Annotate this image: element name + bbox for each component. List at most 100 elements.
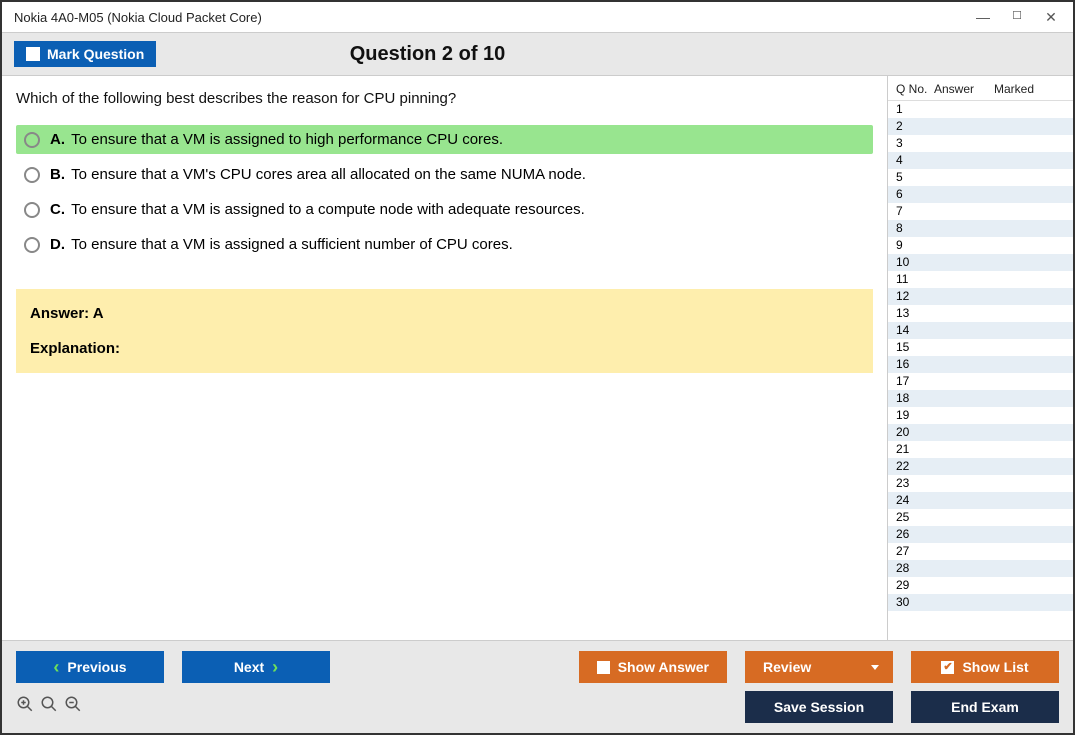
checkbox-checked-icon	[941, 661, 954, 674]
option-row[interactable]: B. To ensure that a VM's CPU cores area …	[16, 160, 873, 189]
marked-cell	[994, 526, 1069, 543]
checkbox-icon	[597, 661, 610, 674]
arrow-right-icon: ›	[272, 658, 278, 676]
zoom-reset-icon[interactable]	[40, 695, 58, 719]
save-session-button[interactable]: Save Session	[745, 691, 893, 723]
question-list-row[interactable]: 26	[888, 526, 1073, 543]
qno-cell: 26	[896, 526, 934, 543]
option-row[interactable]: D. To ensure that a VM is assigned a suf…	[16, 230, 873, 259]
question-list-row[interactable]: 24	[888, 492, 1073, 509]
qno-cell: 10	[896, 254, 934, 271]
option-row[interactable]: C. To ensure that a VM is assigned to a …	[16, 195, 873, 224]
question-list-row[interactable]: 13	[888, 305, 1073, 322]
marked-cell	[994, 339, 1069, 356]
answer-cell	[934, 424, 994, 441]
question-list-row[interactable]: 3	[888, 135, 1073, 152]
qno-cell: 4	[896, 152, 934, 169]
maximize-icon[interactable]: ☐	[1009, 9, 1025, 26]
question-list-row[interactable]: 27	[888, 543, 1073, 560]
question-list-row[interactable]: 17	[888, 373, 1073, 390]
question-list-row[interactable]: 22	[888, 458, 1073, 475]
answer-cell	[934, 594, 994, 611]
qno-cell: 24	[896, 492, 934, 509]
marked-cell	[994, 254, 1069, 271]
marked-cell	[994, 577, 1069, 594]
answer-cell	[934, 169, 994, 186]
review-button[interactable]: Review	[745, 651, 893, 683]
question-list-row[interactable]: 11	[888, 271, 1073, 288]
question-list-row[interactable]: 16	[888, 356, 1073, 373]
question-list-row[interactable]: 28	[888, 560, 1073, 577]
question-list-row[interactable]: 7	[888, 203, 1073, 220]
main-content: Which of the following best describes th…	[2, 76, 1073, 640]
qno-cell: 17	[896, 373, 934, 390]
radio-icon	[24, 167, 40, 183]
answer-box: Answer: A Explanation:	[16, 289, 873, 373]
answer-cell	[934, 288, 994, 305]
show-answer-button[interactable]: Show Answer	[579, 651, 727, 683]
marked-cell	[994, 594, 1069, 611]
question-list-row[interactable]: 4	[888, 152, 1073, 169]
answer-cell	[934, 322, 994, 339]
question-list-row[interactable]: 6	[888, 186, 1073, 203]
answer-cell	[934, 577, 994, 594]
qno-cell: 12	[896, 288, 934, 305]
previous-button[interactable]: ‹ Previous	[16, 651, 164, 683]
question-list-row[interactable]: 15	[888, 339, 1073, 356]
answer-cell	[934, 186, 994, 203]
question-list-row[interactable]: 20	[888, 424, 1073, 441]
question-list-row[interactable]: 8	[888, 220, 1073, 237]
question-list-row[interactable]: 5	[888, 169, 1073, 186]
close-icon[interactable]: ✕	[1043, 9, 1059, 26]
zoom-in-icon[interactable]	[16, 695, 34, 719]
question-list-row[interactable]: 25	[888, 509, 1073, 526]
question-list-row[interactable]: 18	[888, 390, 1073, 407]
question-text: Which of the following best describes th…	[16, 90, 887, 107]
marked-cell	[994, 492, 1069, 509]
marked-cell	[994, 407, 1069, 424]
minimize-icon[interactable]: —	[975, 9, 991, 26]
question-list-row[interactable]: 9	[888, 237, 1073, 254]
qno-cell: 20	[896, 424, 934, 441]
previous-label: Previous	[67, 659, 126, 675]
qno-cell: 16	[896, 356, 934, 373]
question-list-row[interactable]: 21	[888, 441, 1073, 458]
end-exam-button[interactable]: End Exam	[911, 691, 1059, 723]
window-controls: — ☐ ✕	[975, 9, 1065, 26]
end-exam-label: End Exam	[951, 699, 1019, 715]
question-list-row[interactable]: 1	[888, 101, 1073, 118]
question-list-row[interactable]: 23	[888, 475, 1073, 492]
question-list-row[interactable]: 30	[888, 594, 1073, 611]
answer-cell	[934, 254, 994, 271]
question-list-row[interactable]: 10	[888, 254, 1073, 271]
marked-cell	[994, 135, 1069, 152]
question-list-row[interactable]: 19	[888, 407, 1073, 424]
question-list-header: Q No. Answer Marked	[888, 76, 1073, 101]
option-text: A. To ensure that a VM is assigned to hi…	[50, 131, 503, 148]
answer-cell	[934, 407, 994, 424]
question-pane: Which of the following best describes th…	[2, 76, 887, 640]
next-button[interactable]: Next ›	[182, 651, 330, 683]
zoom-out-icon[interactable]	[64, 695, 82, 719]
marked-cell	[994, 441, 1069, 458]
mark-question-label: Mark Question	[47, 46, 144, 62]
marked-cell	[994, 288, 1069, 305]
question-list-row[interactable]: 2	[888, 118, 1073, 135]
footer-row-1: ‹ Previous Next › Show Answer Review Sho…	[16, 651, 1059, 683]
marked-cell	[994, 237, 1069, 254]
option-row[interactable]: A. To ensure that a VM is assigned to hi…	[16, 125, 873, 154]
question-list-body[interactable]: 1234567891011121314151617181920212223242…	[888, 101, 1073, 640]
mark-question-button[interactable]: Mark Question	[14, 41, 156, 67]
question-list-row[interactable]: 14	[888, 322, 1073, 339]
answer-cell	[934, 543, 994, 560]
window-title: Nokia 4A0-M05 (Nokia Cloud Packet Core)	[10, 10, 262, 25]
show-list-button[interactable]: Show List	[911, 651, 1059, 683]
arrow-left-icon: ‹	[53, 658, 59, 676]
save-session-label: Save Session	[774, 699, 864, 715]
qno-cell: 25	[896, 509, 934, 526]
radio-icon	[24, 237, 40, 253]
question-list-row[interactable]: 29	[888, 577, 1073, 594]
marked-cell	[994, 543, 1069, 560]
question-list-row[interactable]: 12	[888, 288, 1073, 305]
chevron-down-icon	[871, 665, 879, 670]
